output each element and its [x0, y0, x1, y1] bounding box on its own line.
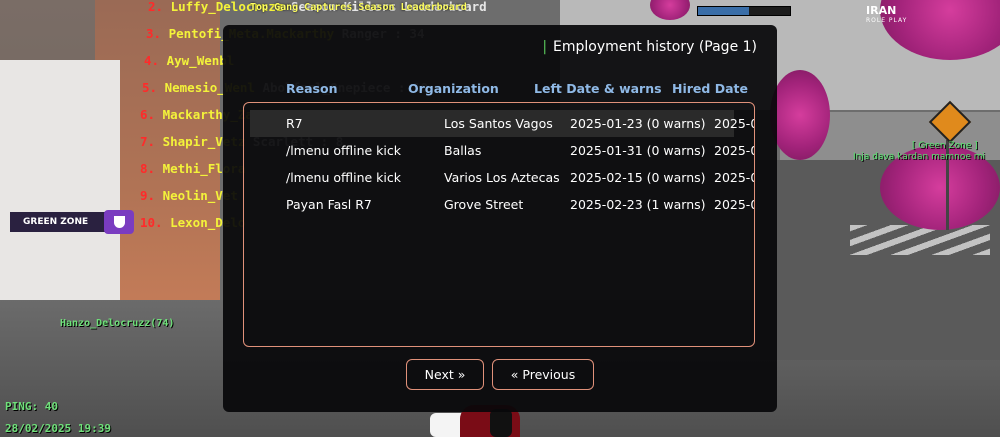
- dialog-title-text: Employment history (Page 1): [553, 39, 757, 55]
- leaderboard-rank: 7.: [140, 134, 156, 149]
- leaderboard-rank: 2.: [148, 0, 164, 14]
- cell-reason: Payan Fasl R7: [286, 197, 372, 212]
- table-row[interactable]: /lmenu offline kick Ballas 2025-01-31 (0 w…: [250, 137, 754, 164]
- table-row[interactable]: R7 Los Santos Vagos 2025-01-23 (0 warns) 20…: [250, 110, 754, 137]
- leaderboard-rank: 3.: [146, 26, 162, 41]
- ping-readout: PING: 40: [5, 400, 58, 413]
- logo-sub: ROLE PLAY: [866, 17, 908, 24]
- cell-left-date: 2025-01-31 (0 warns): [570, 143, 706, 158]
- cell-left-date: 2025-02-23 (1 warns): [570, 197, 706, 212]
- previous-button[interactable]: « Previous: [492, 359, 594, 390]
- leaderboard-title: Top Gang Captures Season Leaderboard: [250, 2, 467, 13]
- cell-reason: R7: [286, 116, 303, 131]
- tree-blossom: [770, 70, 830, 160]
- table-row[interactable]: /lmenu offline kick Varios Los Aztecas 202…: [250, 164, 754, 191]
- cell-hired-date: 2025-01-1: [714, 116, 754, 131]
- leaderboard-rank: 5.: [142, 80, 158, 95]
- date-time: 28/02/2025 19:39: [5, 422, 111, 435]
- zone-label: [ Green Zone ]: [912, 141, 978, 151]
- cell-organization: Ballas: [444, 143, 482, 158]
- column-organization: Organization: [408, 81, 499, 96]
- dialog-title: | Employment history (Page 1): [542, 39, 757, 55]
- cell-reason: /lmenu offline kick: [286, 143, 401, 158]
- cell-organization: Los Santos Vagos: [444, 116, 553, 131]
- next-button[interactable]: Next »: [406, 359, 484, 390]
- cell-reason: /lmenu offline kick: [286, 170, 401, 185]
- column-left-date: Left Date & warns: [534, 81, 662, 96]
- zone-message: Inja dava kardan mamnoe mi: [853, 152, 985, 162]
- cell-organization: Varios Los Aztecas: [444, 170, 560, 185]
- leaderboard-rank: 8.: [140, 161, 156, 176]
- server-logo: IRAN ROLE PLAY: [866, 5, 908, 26]
- leaderboard-rank: 9.: [140, 188, 156, 203]
- cell-organization: Grove Street: [444, 197, 524, 212]
- crosswalk: [850, 225, 990, 255]
- leaderboard-rank: 6.: [140, 107, 156, 122]
- cell-hired-date: 2025-02-1: [714, 197, 754, 212]
- history-list[interactable]: R7 Los Santos Vagos 2025-01-23 (0 warns) 20…: [243, 102, 755, 347]
- player-name-tag: Hanzo_Delocruzz(74): [60, 318, 175, 329]
- column-hired-date: Hired Date: [672, 81, 748, 96]
- cell-left-date: 2025-02-15 (0 warns): [570, 170, 706, 185]
- table-header: Reason Organization Left Date & warns Hi…: [286, 81, 767, 99]
- employment-history-dialog: | Employment history (Page 1) Reason Orga…: [223, 25, 777, 412]
- column-reason: Reason: [286, 81, 338, 96]
- cell-hired-date: 2025-02-1: [714, 170, 754, 185]
- leaderboard-rank: 10.: [140, 215, 163, 230]
- health-bar: [697, 6, 791, 16]
- cell-left-date: 2025-01-23 (0 warns): [570, 116, 706, 131]
- shield-icon: [104, 210, 134, 234]
- table-row[interactable]: Payan Fasl R7 Grove Street 2025-02-23 (1 w…: [250, 191, 754, 218]
- cell-hired-date: 2025-01-2: [714, 143, 754, 158]
- leaderboard-rank: 4.: [144, 53, 160, 68]
